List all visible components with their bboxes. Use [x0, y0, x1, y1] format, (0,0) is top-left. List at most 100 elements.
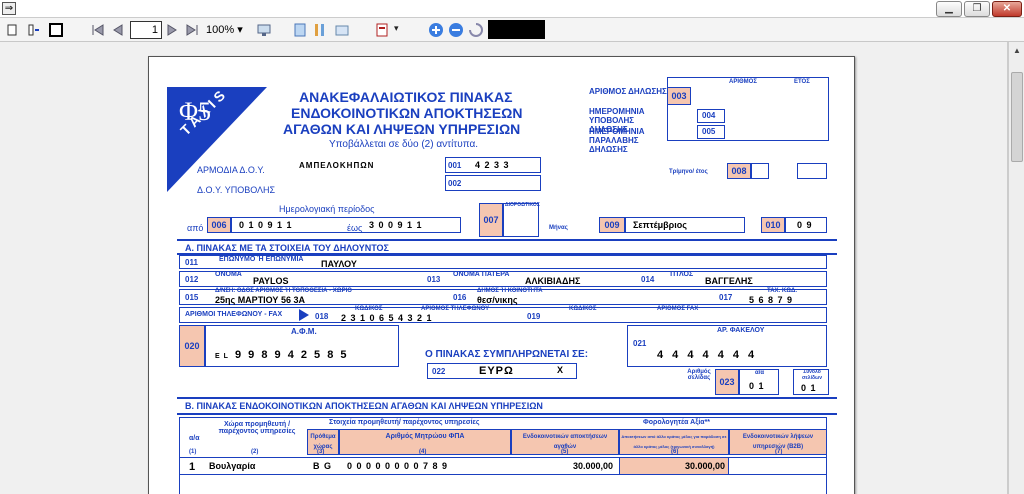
minas-label: Μήνας [549, 225, 568, 231]
form-title-2: ΕΝΔΟΚΟΙΝΟΤΙΚΩΝ ΑΠΟΚΤΗΣΕΩΝ [291, 105, 523, 121]
print-icon[interactable] [374, 22, 390, 38]
vertical-scrollbar[interactable]: ▲ [1008, 42, 1024, 494]
form-title-3: ΑΓΑΘΩΝ ΚΑΙ ΛΗΨΕΩΝ ΥΠΗΡΕΣΙΩΝ [283, 121, 521, 137]
page-number-input[interactable]: 1 [130, 21, 162, 39]
code-018: 018 [315, 312, 329, 321]
ar-fax-label: ΑΡΙΘΜΟΣ FAX [657, 306, 699, 312]
col-endokoin-num: (5) [561, 449, 569, 455]
zoom-value: 100% [206, 24, 235, 36]
col-xora-header: Χώρα προμηθευτή / παρέχοντος υπηρεσίες [218, 421, 296, 435]
last-page-icon[interactable] [184, 22, 200, 38]
col-prothema-num: (3) [317, 449, 325, 455]
document-viewer[interactable]: Φ5 TAXIS ΑΝΑΚΕΦΑΛΑΙΩΤΙΚΟΣ ΠΙΝΑΚΑΣ ΕΝΔΟΚΟ… [0, 42, 1008, 494]
first-page-icon[interactable] [90, 22, 106, 38]
kodikos-label: ΚΩΔΙΚΟΣ [355, 306, 383, 312]
code-007-box [503, 203, 539, 237]
synolo-label: Σύνολο σελίδων [802, 369, 822, 381]
previous-page-icon[interactable] [110, 22, 126, 38]
zoom-out-icon[interactable] [448, 22, 464, 38]
stoixeia-header: Στοιχεία προμηθευτή/ παρέχοντος υπηρεσίε… [329, 419, 480, 426]
afm-value: 9 9 8 9 4 2 5 8 5 [235, 349, 349, 361]
refresh-icon[interactable] [468, 22, 484, 38]
minimize-button[interactable]: ▁ [936, 1, 962, 17]
restore-button[interactable]: ❐ [964, 1, 990, 17]
code-012: 012 [185, 275, 199, 284]
code-009-value: Σεπτέμβριος [633, 220, 687, 230]
tk-label: ΤΑΧ. ΚΩΔ. [767, 288, 798, 294]
fit-icon[interactable] [256, 22, 272, 38]
code-021: 021 [633, 339, 647, 348]
row1-endokoin: 30.000,00 [573, 461, 614, 471]
arithmos-dilosis-label: ΑΡΙΘΜΟΣ ΔΗΛΩΣΗΣ [589, 87, 667, 96]
col-aa-num: (1) [189, 449, 197, 455]
aa-value: 0 1 [749, 381, 765, 391]
code-010-value: 0 9 [797, 220, 813, 230]
eponymo-value: ΠΑΥΛΟΥ [321, 259, 357, 269]
code-009: 009 [599, 217, 625, 233]
period-box [231, 217, 461, 233]
section-a-title: Α. ΠΙΝΑΚΑΣ ΜΕ ΤΑ ΣΤΟΙΧΕΙΑ ΤΟΥ ΔΗΛΟΥΝΤΟΣ [185, 243, 389, 253]
code-008-box [751, 163, 769, 179]
row1-fpa: 0 0 0 0 0 0 0 0 7 8 9 [347, 461, 449, 471]
doy-ypovolis-label: Δ.Ο.Υ. ΥΠΟΒΟΛΗΣ [197, 185, 276, 195]
title-bar: ⇒ ▁ ❐ ✕ [0, 0, 1024, 18]
afm-label: Α.Φ.Μ. [291, 327, 317, 336]
code-003: 003 [667, 87, 691, 105]
code-023: 023 [715, 369, 739, 395]
table-row [179, 457, 827, 475]
col-lipseon-num: (7) [775, 449, 783, 455]
code-015: 015 [185, 293, 199, 302]
col-apokt-num: (6) [671, 449, 679, 455]
ar-fakelou-label: ΑΡ. ΦΑΚΕΛΟΥ [717, 327, 765, 334]
form-page: Φ5 TAXIS ΑΝΑΚΕΦΑΛΑΙΩΤΙΚΟΣ ΠΙΝΑΚΑΣ ΕΝΔΟΚΟ… [148, 56, 855, 494]
onoma-patera-label: ΟΝΟΜΑ ΠΑΤΕΡΑ [453, 271, 510, 278]
export-icon[interactable] [334, 22, 350, 38]
redacted-box [488, 20, 545, 39]
single-page-icon[interactable] [4, 22, 20, 38]
afm-prefix: E L [215, 353, 229, 360]
tk-value: 5 6 8 7 9 [749, 295, 794, 305]
code-008-box-2 [797, 163, 827, 179]
tools-icon[interactable] [312, 22, 328, 38]
zoom-select[interactable]: 100% ▾ [206, 21, 250, 39]
apo-label: από [187, 223, 204, 233]
tilefono-label: ΑΡΙΘΜΟΙ ΤΗΛΕΦΩΝΟΥ - FAX [185, 311, 283, 318]
euro-value: ΕΥΡΩ [479, 365, 514, 377]
euro-x: X [557, 365, 565, 375]
kodikos2-label: ΚΩΔΙΚΟΣ [569, 306, 597, 312]
imerologiaki-label: Ημερολογιακή περίοδος [279, 204, 375, 214]
etos-col-label: ΕΤΟΣ [794, 79, 810, 85]
continuous-page-icon[interactable] [26, 22, 42, 38]
code-001-value: 4 2 3 3 [475, 160, 510, 170]
scroll-up-icon[interactable]: ▲ [1010, 44, 1024, 58]
scroll-thumb[interactable] [1011, 72, 1023, 162]
code-016: 016 [453, 293, 467, 302]
code-019: 019 [527, 312, 541, 321]
row1-aa: 1 [189, 461, 197, 473]
document-icon[interactable] [292, 22, 308, 38]
zoom-in-icon[interactable] [428, 22, 444, 38]
close-button[interactable]: ✕ [992, 1, 1022, 17]
aa-label: α/α [755, 370, 765, 376]
dieuthinsi-label: Δ/ΝΣΗ: ΟΔΟΣ ΑΡΙΘΜΟΣ Ή ΤΟΠΟΘΕΣΙΑ - ΧΩΡΙΟ [215, 288, 352, 294]
trimino-label: Τρίμηνο/ έτος [669, 169, 708, 175]
ar-til-label: ΑΡΙΘΜΟΣ ΤΗΛΕΦΩΝΟΥ [421, 306, 490, 312]
doy-value: ΑΜΠΕΛΟΚΗΠΩΝ [299, 161, 375, 170]
row1-prothema: B G [313, 461, 333, 471]
facing-page-icon[interactable] [48, 22, 64, 38]
code-020: 020 [179, 325, 205, 367]
titlos-value: ΒΑΓΓΕΛΗΣ [705, 276, 753, 286]
onoma-value: PAYLOS [253, 276, 289, 286]
synolo-value: 0 1 [801, 383, 817, 393]
dieuthinsi-value: 25ης ΜΑΡΤΙΟΥ 56 3Α [215, 295, 305, 305]
code-004: 004 [697, 109, 725, 123]
declaration-number-box [667, 77, 829, 141]
section-b-line-2 [177, 413, 837, 415]
onoma-label: ΟΝΟΜΑ [215, 271, 242, 278]
code-011: 011 [185, 258, 198, 267]
section-a-line [177, 239, 837, 241]
next-page-icon[interactable] [164, 22, 180, 38]
code-001: 001 [448, 161, 462, 170]
code-013: 013 [427, 275, 441, 284]
print-menu-chevron-icon[interactable]: ▾ [394, 23, 399, 41]
